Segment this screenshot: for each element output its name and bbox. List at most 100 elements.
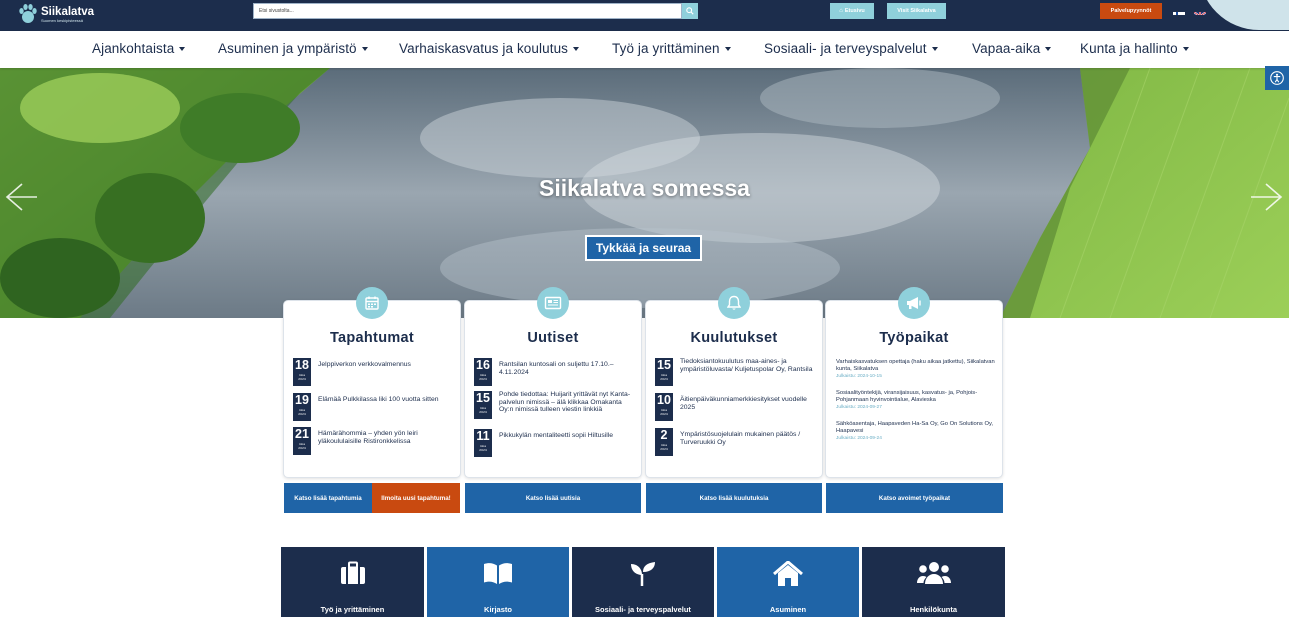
- notice-title: Tiedoksiantokuulutus maa-aines- ja ympär…: [680, 358, 813, 373]
- tile-label: Kirjasto: [484, 605, 512, 614]
- home-icon: ⌂: [839, 8, 843, 14]
- job-item[interactable]: Sähköasentaja, Haapaveden Ha-Sa Oy, Go O…: [836, 421, 996, 441]
- more-notices-button[interactable]: Katso lisää kuulutuksia: [646, 483, 822, 513]
- accessibility-button[interactable]: [1265, 66, 1289, 90]
- nav-item-varhaiskasvatus[interactable]: Varhaiskasvatus ja koulutus: [399, 41, 580, 56]
- nav-item-kunta[interactable]: Kunta ja hallinto: [1080, 41, 1189, 56]
- news-item[interactable]: 15 loka 2024 Pohde tiedottaa: Huijarit yri…: [474, 391, 637, 419]
- date-badge: 15 loka 2024: [655, 358, 673, 386]
- service-requests-button[interactable]: Palvelupyynnöt: [1100, 3, 1162, 19]
- megaphone-icon: [898, 287, 930, 319]
- tile-tyo-ja-yrittaminen[interactable]: Työ ja yrittäminen: [281, 547, 424, 617]
- logo-name: Siikalatva: [41, 5, 95, 18]
- notice-title: Äitienpäiväkunniamerkkiesitykset vuodell…: [680, 396, 807, 411]
- jobs-card: Työpaikat Varhaiskasvatuksen opettaja (h…: [825, 300, 1003, 478]
- search-input[interactable]: Etsi sivustolta...: [253, 3, 682, 19]
- card-title: Uutiset: [527, 330, 579, 346]
- tile-label: Henkilökunta: [909, 605, 958, 614]
- main-navigation: Ajankohtaista Asuminen ja ympäristö Varh…: [0, 31, 1289, 68]
- chevron-down-icon: [1045, 47, 1052, 51]
- event-title: Jelppiverkon verkkovalmennus: [318, 361, 411, 368]
- event-title: Hämärähommia – yhden yön leiri yläkoulul…: [318, 430, 418, 445]
- nav-item-vapaa-aika[interactable]: Vapaa-aika: [972, 41, 1052, 56]
- job-item[interactable]: Sosiaalityöntekijä, viransijaisuus, kasv…: [836, 390, 996, 410]
- event-title: Elämää Pulkkilassa liki 100 vuotta sitte…: [318, 396, 439, 403]
- tile-label: Sosiaali- ja terveyspalvelut: [595, 605, 691, 614]
- sprout-icon: [631, 562, 655, 586]
- open-jobs-button[interactable]: Katso avoimet työpaikat: [826, 483, 1003, 513]
- event-item[interactable]: 19 loka 2024 Elämää Pulkkilassa liki 100 v…: [293, 393, 456, 421]
- nav-label: Ajankohtaista: [92, 41, 175, 56]
- date-badge: 19 loka 2024: [293, 393, 311, 421]
- news-card: Uutiset 16 loka 2024 Rantsilan kuntosali o…: [464, 300, 642, 478]
- chevron-down-icon: [573, 47, 580, 51]
- date-badge: 2 loka 2024: [655, 428, 673, 456]
- nav-item-sosiaali[interactable]: Sosiaali- ja terveyspalvelut: [764, 41, 938, 56]
- nav-item-asuminen[interactable]: Asuminen ja ympäristö: [218, 41, 368, 56]
- bell-icon: [718, 287, 750, 319]
- news-title: Rantsilan kuntosali on suljettu 17.10.–4…: [499, 361, 614, 376]
- tile-asuminen[interactable]: Asuminen: [717, 547, 859, 617]
- nav-label: Vapaa-aika: [972, 41, 1041, 56]
- top-bar: Siikalatva Suomen keskipisteessä Etsi si…: [0, 0, 1289, 31]
- date-badge: 15 loka 2024: [474, 391, 492, 419]
- event-item[interactable]: 21 loka 2024 Hämärähommia – yhden yön leir…: [293, 427, 456, 455]
- home-button[interactable]: ⌂ Etusivu: [830, 3, 874, 19]
- job-title: Sosiaalityöntekijä, viransijaisuus, kasv…: [836, 390, 978, 403]
- tile-henkilokunta[interactable]: Henkilökunta: [862, 547, 1005, 617]
- nav-label: Asuminen ja ympäristö: [218, 41, 357, 56]
- nav-item-tyo[interactable]: Työ ja yrittäminen: [612, 41, 731, 56]
- accessibility-icon: [1270, 71, 1284, 85]
- chevron-down-icon: [179, 47, 186, 51]
- tile-kirjasto[interactable]: Kirjasto: [427, 547, 569, 617]
- job-date: Julkaistu: 2024-10-15: [836, 374, 882, 379]
- visit-siikalatva-button[interactable]: Visit Siikalatva: [887, 3, 946, 19]
- report-event-button[interactable]: Ilmoita uusi tapahtuma!: [372, 483, 460, 513]
- more-events-button[interactable]: Katso lisää tapahtumia: [284, 483, 372, 513]
- nav-label: Sosiaali- ja terveyspalvelut: [764, 41, 927, 56]
- people-icon: [916, 562, 951, 584]
- search-button[interactable]: [682, 3, 698, 19]
- tile-sosiaali-ja-terveyspalvelut[interactable]: Sosiaali- ja terveyspalvelut: [572, 547, 714, 617]
- nav-label: Kunta ja hallinto: [1080, 41, 1178, 56]
- event-item[interactable]: 18 loka 2024 Jelppiverkon verkkovalmennus: [293, 358, 456, 386]
- chevron-down-icon: [361, 47, 368, 51]
- news-item[interactable]: 11 loka 2024 Pikkukylän mentaliteetti sopi…: [474, 429, 637, 457]
- search-icon: [686, 7, 694, 15]
- notice-item[interactable]: 2 loka 2024 Ympäristösuojelulain mukainen …: [655, 428, 818, 456]
- date-badge: 18 loka 2024: [293, 358, 311, 386]
- news-item[interactable]: 16 loka 2024 Rantsilan kuntosali on suljet…: [474, 358, 637, 386]
- briefcase-icon: [340, 561, 365, 584]
- book-icon: [484, 563, 512, 584]
- nav-label: Työ ja yrittäminen: [612, 41, 720, 56]
- job-title: Sähköasentaja, Haapaveden Ha-Sa Oy, Go O…: [836, 421, 994, 434]
- job-title: Varhaiskasvatuksen opettaja (haku aikaa …: [836, 359, 995, 372]
- chevron-down-icon: [724, 47, 731, 51]
- hero-cta-button[interactable]: Tykkää ja seuraa: [585, 235, 702, 261]
- notice-item[interactable]: 15 loka 2024 Tiedoksiantokuulutus maa-aine…: [655, 358, 818, 386]
- news-title: Pohde tiedottaa: Huijarit yrittävät nyt …: [499, 391, 631, 413]
- decorative-corner: [1199, 0, 1289, 30]
- more-news-button[interactable]: Katso lisää uutisia: [465, 483, 641, 513]
- tile-label: Asuminen: [769, 605, 807, 614]
- house-icon: [773, 561, 803, 586]
- date-badge: 10 loka 2024: [655, 393, 673, 421]
- card-title: Työpaikat: [879, 330, 949, 346]
- finnish-flag-icon[interactable]: [1173, 6, 1185, 15]
- english-flag-icon[interactable]: [1194, 6, 1206, 15]
- hero-title: Siikalatva somessa: [539, 175, 750, 201]
- nav-label: Varhaiskasvatus ja koulutus: [399, 41, 569, 56]
- chevron-down-icon: [931, 47, 938, 51]
- date-badge: 11 loka 2024: [474, 429, 492, 457]
- hero-banner: Siikalatva somessa Tykkää ja seuraa: [0, 68, 1289, 318]
- card-title: Tapahtumat: [329, 330, 415, 346]
- site-logo[interactable]: Siikalatva Suomen keskipisteessä: [18, 3, 94, 25]
- logo-tagline: Suomen keskipisteessä: [41, 17, 84, 23]
- newspaper-icon: [537, 287, 569, 319]
- job-item[interactable]: Varhaiskasvatuksen opettaja (haku aikaa …: [836, 359, 996, 379]
- notice-item[interactable]: 10 loka 2024 Äitienpäiväkunniamerkkiesityk…: [655, 393, 818, 421]
- date-badge: 16 loka 2024: [474, 358, 492, 386]
- news-title: Pikkukylän mentaliteetti sopii Hiltusill…: [499, 432, 614, 439]
- paw-logo-icon: [19, 4, 37, 23]
- nav-item-ajankohtaista[interactable]: Ajankohtaista: [92, 41, 186, 56]
